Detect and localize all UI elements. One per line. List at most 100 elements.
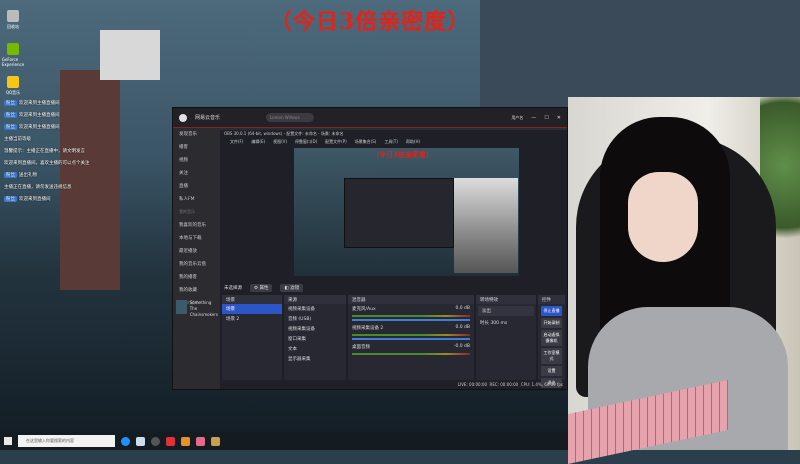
menu-item[interactable]: 帮助(H) <box>406 139 420 145</box>
stop-streaming-button[interactable]: 停止直播 <box>541 306 562 316</box>
scenes-dock: 场景 场景 场景 2 <box>222 295 282 380</box>
menu-item[interactable]: 停靠窗口(D) <box>295 139 317 145</box>
transition-select[interactable]: 淡出 <box>478 306 534 316</box>
wallpaper-sign <box>100 30 160 80</box>
preview-nested-obs <box>344 178 454 248</box>
menu-item[interactable]: 视图(V) <box>273 139 287 145</box>
start-recording-button[interactable]: 开始录制 <box>541 318 562 328</box>
volume-slider[interactable] <box>352 338 470 340</box>
section-label: 我的音乐 <box>179 209 195 214</box>
sidebar-item[interactable]: 播客 <box>173 141 221 154</box>
sidebar-item[interactable]: 我喜欢的音乐 <box>173 219 221 232</box>
edge-icon[interactable] <box>121 436 130 446</box>
sidebar-item[interactable]: 关注 <box>173 167 221 180</box>
chat-message: 主播正在直播，请勿发送违规信息 <box>4 185 72 190</box>
live-chat-overlay: 粉丝 欢迎来到主播直播间 粉丝 欢迎来到主播直播间 粉丝 欢迎来到主播直播间 主播当前… <box>4 100 104 208</box>
chat-message: 粉丝 欢迎来到主播直播间 <box>4 112 60 118</box>
duration-field[interactable]: 时长 300 ms <box>476 318 536 328</box>
scene-item[interactable]: 场景 <box>222 304 282 314</box>
minimize-icon[interactable]: — <box>531 115 536 121</box>
now-playing[interactable]: Something The Chainsmokers <box>173 297 221 319</box>
obs-icon[interactable] <box>151 436 160 446</box>
preview-overlay-title: （今日3倍亲密度） <box>372 150 433 159</box>
source-item[interactable]: 音频 (USB) <box>284 314 346 324</box>
sidebar-item[interactable]: 视频 <box>173 154 221 167</box>
chat-message: 粉丝 送出礼物 <box>4 172 37 178</box>
chat-message: 温馨提示：主播正在直播中，请文明发言 <box>4 149 85 154</box>
sidebar-item[interactable]: 我的音乐云盘 <box>173 258 221 271</box>
properties-button[interactable]: ⚙ 属性 <box>250 284 273 292</box>
sidebar-item[interactable]: 我的播客 <box>173 271 221 284</box>
obs-window: OBS 30.0.1 (64-bit, windows) - 配置文件: 未命名… <box>220 130 567 389</box>
source-item[interactable]: 视频采集设备 <box>284 324 346 334</box>
webcam-feed <box>568 97 800 464</box>
desktop-icon[interactable]: 回收站 <box>2 10 24 40</box>
sidebar-item[interactable]: 最近播放 <box>173 245 221 258</box>
audio-mixer-dock: 混音器 麦克风/Aux 0.0 dB 视频采集设备 2 0.0 dB 桌面音频 -0.… <box>348 295 474 380</box>
steam-icon[interactable] <box>136 436 145 446</box>
app-icon[interactable] <box>211 436 220 446</box>
chat-message: 粉丝 欢迎来到直播间 <box>4 196 51 202</box>
preview-webcam <box>454 178 518 273</box>
source-item[interactable]: 视频采集设备 <box>284 304 346 314</box>
user-name[interactable]: 用户名 <box>511 115 523 121</box>
menu-item[interactable]: 工具(T) <box>384 139 398 145</box>
volume-slider[interactable] <box>352 319 470 321</box>
sidebar-item[interactable]: 发现音乐 <box>173 128 221 141</box>
obs-statusbar: LIVE: 00:00:00 REC: 00:00:00 CPU: 1.4%, … <box>457 382 563 387</box>
chat-message: 粉丝 欢迎来到主播直播间 <box>4 124 60 130</box>
dock-header: 转场特效 <box>476 295 536 304</box>
source-toolbar: 未选择源 ⚙ 属性 ◧ 滤镜 <box>220 282 567 294</box>
dock-header: 控件 <box>538 295 565 304</box>
sidebar-item[interactable]: 我的收藏 <box>173 284 221 297</box>
source-item[interactable]: 文本 <box>284 344 346 354</box>
sources-dock: 来源 视频采集设备 音频 (USB) 视频采集设备 窗口采集 文本 显示器采集 <box>284 295 346 380</box>
taskbar-search[interactable]: 在这里输入你要搜索的内容 <box>18 435 115 447</box>
obs-preview[interactable]: （今日3倍亲密度） <box>294 148 519 276</box>
no-source-label: 未选择源 <box>224 286 242 291</box>
wallpaper-building <box>480 0 800 110</box>
obs-docks: 场景 场景 场景 2 来源 视频采集设备 音频 (USB) 视频采集设备 窗口采… <box>220 295 567 388</box>
mixer-channel: 麦克风/Aux 0.0 dB <box>348 304 474 321</box>
source-item[interactable]: 显示器采集 <box>284 354 346 364</box>
sidebar-item[interactable]: 直播 <box>173 180 221 193</box>
taskbar: 在这里输入你要搜索的内容 <box>0 432 568 450</box>
transitions-dock: 转场特效 淡出 时长 300 ms <box>476 295 536 380</box>
mixer-channel: 桌面音频 -0.0 dB <box>348 342 474 355</box>
dock-header: 场景 <box>222 295 282 304</box>
overlay-title: （今日3倍亲密度） <box>270 9 471 35</box>
menu-item[interactable]: 编辑(E) <box>251 139 265 145</box>
settings-button[interactable]: 设置 <box>541 366 562 376</box>
app-name: 网易云音乐 <box>195 115 221 121</box>
mixer-channel: 视频采集设备 2 0.0 dB <box>348 323 474 340</box>
obs-title: OBS 30.0.1 (64-bit, windows) - 配置文件: 未命名… <box>224 131 344 136</box>
chat-message: 粉丝 欢迎来到主播直播间 <box>4 100 60 106</box>
desktop-icon[interactable]: GeForce Experience <box>2 43 24 73</box>
chat-message: 欢迎来到直播间，喜欢主播的可以点个关注 <box>4 161 90 166</box>
sidebar-item[interactable]: 私人FM <box>173 193 221 206</box>
search-input[interactable]: Lemon Willows <box>266 113 315 122</box>
virtual-camera-button[interactable]: 启动虚拟摄像机 <box>541 330 562 346</box>
netease-music-window: 网易云音乐 Lemon Willows 用户名 — ☐ ✕ 发现音乐 播客 视频… <box>172 107 568 390</box>
windows-start-icon[interactable] <box>4 437 12 445</box>
app-icon[interactable] <box>196 436 205 446</box>
scene-item[interactable]: 场景 2 <box>222 314 282 324</box>
netease-icon[interactable] <box>166 436 175 446</box>
filters-button[interactable]: ◧ 滤镜 <box>280 284 304 292</box>
menu-item[interactable]: 文件(F) <box>230 139 243 145</box>
streamer-face <box>628 172 698 262</box>
netease-logo-icon <box>179 113 187 122</box>
controls-dock: 控件 停止直播 开始录制 启动虚拟摄像机 工作室模式 设置 退出 <box>538 295 565 388</box>
desktop-icons: 回收站 GeForce Experience QQ音乐 <box>2 10 28 109</box>
dock-header: 混音器 <box>348 295 474 304</box>
obs-menubar: 文件(F) 编辑(E) 视图(V) 停靠窗口(D) 配置文件(P) 场景集合(S… <box>220 138 567 146</box>
maximize-icon[interactable]: ☐ <box>544 115 548 121</box>
menu-item[interactable]: 场景集合(S) <box>355 139 377 145</box>
app-icon[interactable] <box>181 436 190 446</box>
menu-item[interactable]: 配置文件(P) <box>325 139 347 145</box>
close-icon[interactable]: ✕ <box>557 115 561 121</box>
album-cover <box>176 300 187 314</box>
studio-mode-button[interactable]: 工作室模式 <box>541 348 562 364</box>
sidebar-item[interactable]: 本地与下载 <box>173 232 221 245</box>
source-item[interactable]: 窗口采集 <box>284 334 346 344</box>
